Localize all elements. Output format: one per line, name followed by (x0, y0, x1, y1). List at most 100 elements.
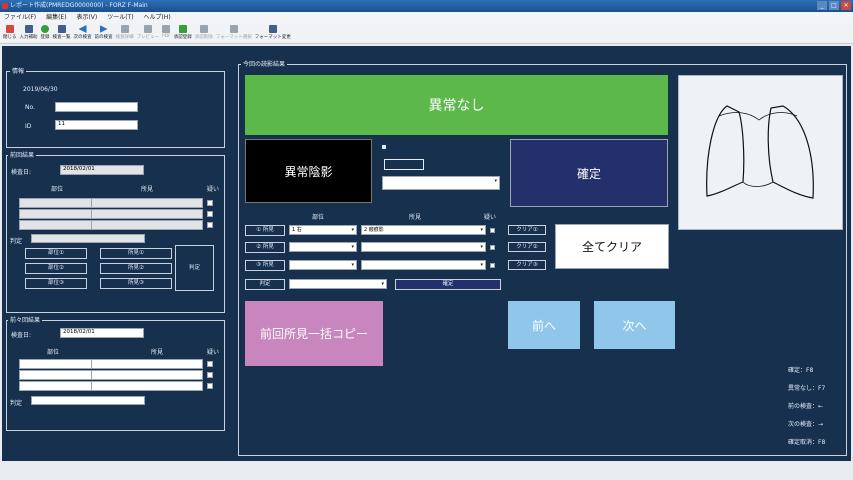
small-button[interactable] (384, 159, 424, 170)
option-checkbox[interactable] (382, 145, 386, 149)
finding-3-select[interactable] (361, 260, 486, 270)
clear-all-button[interactable]: 全てクリア (555, 224, 669, 269)
prev-site-3-button[interactable]: 部位③ (25, 278, 87, 289)
prev-finding-2-button[interactable]: 所見② (100, 263, 172, 274)
menu-edit[interactable]: 編集(E) (46, 14, 66, 21)
finding-2-button[interactable]: ② 所見 (245, 242, 285, 253)
register-icon (41, 25, 49, 33)
copy-prev-findings-button[interactable]: 前回所見一括コピー (245, 301, 383, 366)
clear-2-button[interactable]: クリア② (508, 242, 546, 252)
shortcut-confirm: 確定：F8 (788, 367, 814, 374)
judge-button[interactable]: 判定 (245, 279, 285, 290)
next-exam-tool-button[interactable]: 次の検査 (74, 23, 92, 43)
prev-finding-1-button[interactable]: 所見① (100, 248, 172, 259)
menu-tools[interactable]: ツール(T) (107, 14, 133, 21)
no-label: No. (25, 104, 35, 111)
prev-exam-tool-button[interactable]: 前の検査 (95, 23, 113, 43)
id-label: ID (25, 123, 32, 130)
xray-image (678, 75, 843, 230)
prev2-finding-cell (91, 381, 203, 391)
exam-detail-tool-button[interactable]: 検査詳細 (116, 23, 134, 43)
info-panel-title: 情報 (10, 68, 27, 76)
register-tool-button[interactable]: 登録 (41, 23, 50, 43)
prev-judge-button[interactable]: 判定 (175, 245, 214, 291)
next-nav-button[interactable]: 次へ (594, 301, 675, 349)
format-change-tool-button[interactable]: フォーマット変更 (255, 23, 291, 43)
normal-button[interactable]: 異常なし (245, 75, 668, 135)
abnormal-select[interactable] (382, 176, 500, 190)
doubt-3-checkbox[interactable] (490, 263, 495, 268)
doubt-2-checkbox[interactable] (490, 245, 495, 250)
info-panel: 情報 2019/06/30 No. ID 11 (6, 68, 225, 148)
prev2-doubt-checkbox[interactable] (207, 383, 213, 389)
close-icon (5, 25, 14, 33)
prev-finding-3-button[interactable]: 所見③ (100, 278, 172, 289)
prev2-site-cell (19, 381, 94, 391)
prev-doubt-checkbox[interactable] (207, 222, 213, 228)
input-assist-tool-button[interactable]: 入力補助 (20, 23, 38, 43)
confirm-button[interactable]: 確定 (510, 139, 668, 207)
approve-register-tool-button[interactable]: 承認登録 (174, 23, 192, 43)
shortcut-next: 次の検査：→ (788, 421, 824, 428)
doubt-1-checkbox[interactable] (490, 228, 495, 233)
format-select-tool-button[interactable]: フォーマット選択 (216, 23, 252, 43)
prev-site-cell (19, 220, 94, 230)
prev2-col-finding: 所見 (151, 349, 164, 356)
site-1-select[interactable]: 1 右 (289, 225, 357, 235)
id-field[interactable]: 11 (55, 120, 138, 130)
finding-1-button[interactable]: ① 所見 (245, 225, 285, 236)
shortcut-prev: 前の検査：← (788, 403, 824, 410)
prev2-site-cell (19, 370, 94, 380)
menu-file[interactable]: ファイル(F) (4, 14, 36, 21)
approve-delete-icon (199, 25, 208, 33)
clear-1-button[interactable]: クリア① (508, 225, 546, 235)
menu-help[interactable]: ヘルプ(H) (143, 14, 170, 21)
prev-site-cell (19, 209, 94, 219)
prev2-judge-label: 判定 (10, 400, 23, 407)
finding-1-select[interactable]: 2 瘢痕影 (361, 225, 486, 235)
lung-outline-icon (706, 105, 814, 199)
menu-view[interactable]: 表示(V) (76, 14, 97, 21)
no-field[interactable] (55, 102, 138, 112)
prev-doubt-checkbox[interactable] (207, 200, 213, 206)
minimize-button[interactable]: _ (817, 1, 827, 10)
format-select-icon (229, 25, 238, 33)
prev-judge-cell (31, 234, 145, 243)
window-controls: _ □ ✕ (817, 1, 851, 11)
maximize-button[interactable]: □ (829, 1, 839, 10)
window-title: レポート作成(PMREDG0000000) - FORZ F-Main (10, 2, 148, 9)
prev-site-2-button[interactable]: 部位② (25, 263, 87, 274)
app-icon (2, 3, 8, 9)
toolbar: 閉じる 入力補助 登録 検査一覧 次の検査 前の検査 検査詳細 プレビュー PD… (0, 23, 853, 44)
clear-3-button[interactable]: クリア③ (508, 260, 546, 270)
prev2-site-cell (19, 359, 94, 369)
site-3-select[interactable] (289, 260, 357, 270)
prev-nav-button[interactable]: 前へ (508, 301, 580, 349)
prev-finding-cell (91, 209, 203, 219)
prev2-doubt-checkbox[interactable] (207, 361, 213, 367)
prev2-results-title: 前々回結果 (8, 317, 43, 325)
prev2-doubt-checkbox[interactable] (207, 372, 213, 378)
prev2-col-site: 部位 (47, 349, 60, 356)
prev-judge-label: 判定 (10, 238, 23, 245)
prev-col-doubt: 疑い (207, 186, 220, 193)
prev-site-cell (19, 198, 94, 208)
preview-tool-button[interactable]: プレビュー (137, 23, 159, 43)
prev-results-title: 前回結果 (8, 152, 37, 160)
exam-list-tool-button[interactable]: 検査一覧 (53, 23, 71, 43)
finding-2-select[interactable] (361, 242, 486, 252)
prev-site-1-button[interactable]: 部位① (25, 248, 87, 259)
shortcut-cancel: 確定取消：F8 (788, 439, 826, 446)
finding-3-button[interactable]: ③ 所見 (245, 260, 285, 271)
close-tool-button[interactable]: 閉じる (3, 23, 17, 43)
approve-icon (178, 25, 187, 33)
approve-delete-tool-button[interactable]: 承認削除 (195, 23, 213, 43)
pdf-tool-button[interactable]: PDF (162, 23, 171, 43)
judge-select[interactable] (289, 279, 387, 289)
current-col-finding: 所見 (409, 214, 422, 221)
prev-doubt-checkbox[interactable] (207, 211, 213, 217)
judge-confirm-button[interactable]: 確定 (395, 279, 501, 290)
site-2-select[interactable] (289, 242, 357, 252)
abnormal-shadow-button[interactable]: 異常陰影 (245, 139, 372, 203)
close-window-button[interactable]: ✕ (841, 1, 851, 10)
